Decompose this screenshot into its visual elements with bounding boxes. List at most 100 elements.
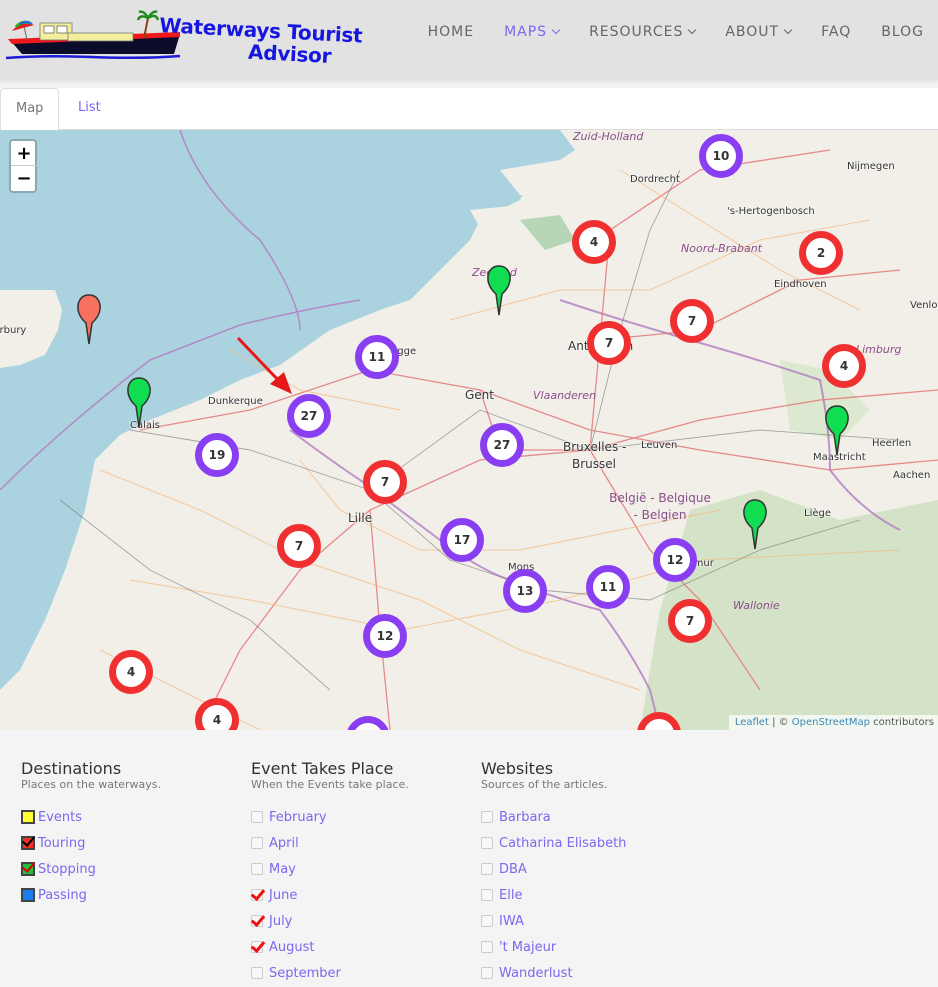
- filter-websites: Websites Sources of the articles. Barbar…: [481, 760, 626, 986]
- nav-resources[interactable]: RESOURCES: [559, 24, 697, 40]
- filter-month-june[interactable]: June: [251, 882, 409, 908]
- filter-website-barbara[interactable]: Barbara: [481, 804, 626, 830]
- map-view[interactable]: Zuid-Holland Dordrecht Nijmegen 's-Herto…: [0, 130, 938, 730]
- filter-title: Websites: [481, 759, 554, 778]
- label-wallonie: Wallonie: [733, 599, 780, 612]
- filter-destination-touring[interactable]: Touring: [21, 830, 161, 856]
- nav-home[interactable]: HOME: [398, 24, 474, 40]
- attribution-contributors: contributors: [870, 717, 934, 728]
- marker-cluster[interactable]: 10: [699, 134, 743, 178]
- filter-month-august[interactable]: August: [251, 934, 409, 960]
- checkbox[interactable]: [481, 889, 493, 901]
- marker-cluster[interactable]: 2: [799, 231, 843, 275]
- map-pin-icon[interactable]: [126, 376, 152, 428]
- marker-cluster[interactable]: 7: [587, 321, 631, 365]
- filter-label: Wanderlust: [499, 965, 573, 981]
- filter-label: Elle: [499, 887, 523, 903]
- filter-website-catharina-elisabeth[interactable]: Catharina Elisabeth: [481, 830, 626, 856]
- checkbox[interactable]: [481, 941, 493, 953]
- checkbox[interactable]: [251, 811, 263, 823]
- filter-website-wanderlust[interactable]: Wanderlust: [481, 960, 626, 986]
- nav-about[interactable]: ABOUT: [695, 24, 793, 40]
- label-hertogenbosch: 's-Hertogenbosch: [727, 206, 815, 217]
- checkbox[interactable]: [481, 915, 493, 927]
- marker-cluster[interactable]: 4: [822, 344, 866, 388]
- marker-cluster[interactable]: 11: [586, 565, 630, 609]
- filter-website-t-majeur[interactable]: 't Majeur: [481, 934, 626, 960]
- checkbox[interactable]: [251, 837, 263, 849]
- filter-destination-stopping[interactable]: Stopping: [21, 856, 161, 882]
- label-dunkerque: Dunkerque: [208, 396, 263, 407]
- marker-cluster[interactable]: 7: [363, 460, 407, 504]
- tab-map[interactable]: Map: [0, 88, 60, 131]
- marker-cluster[interactable]: 12: [363, 614, 407, 658]
- filter-label: Stopping: [38, 861, 96, 877]
- filter-label: Catharina Elisabeth: [499, 835, 627, 851]
- months-list: February April May June July August September: [251, 804, 409, 986]
- checkbox[interactable]: [251, 889, 263, 901]
- checkbox-stopping[interactable]: [21, 862, 35, 876]
- checkbox[interactable]: [251, 915, 263, 927]
- zoom-in-button[interactable]: +: [11, 141, 37, 166]
- filter-month-february[interactable]: February: [251, 804, 409, 830]
- filter-label: Barbara: [499, 809, 551, 825]
- filter-label: Touring: [38, 835, 86, 851]
- marker-cluster[interactable]: 7: [277, 524, 321, 568]
- nav-blog[interactable]: BLOG: [851, 24, 924, 40]
- marker-cluster[interactable]: 4: [109, 650, 153, 694]
- zoom-out-button[interactable]: −: [11, 166, 37, 191]
- checkbox[interactable]: [251, 941, 263, 953]
- marker-cluster[interactable]: 27: [480, 423, 524, 467]
- marker-cluster[interactable]: 7: [668, 599, 712, 643]
- filter-website-iwa[interactable]: IWA: [481, 908, 626, 934]
- nav-faq[interactable]: FAQ: [791, 24, 851, 40]
- marker-cluster[interactable]: 17: [440, 518, 484, 562]
- checkbox[interactable]: [481, 863, 493, 875]
- label-venlo: Venlo: [910, 300, 938, 311]
- map-pin-icon[interactable]: [824, 404, 850, 456]
- label-eindhoven: Eindhoven: [774, 279, 827, 290]
- filter-label: July: [269, 913, 293, 929]
- site-logo[interactable]: Waterways Tourist Advisor: [2, 6, 382, 68]
- label-aachen: Aachen: [893, 470, 931, 481]
- tab-list[interactable]: List: [63, 88, 116, 130]
- filter-destination-passing[interactable]: Passing: [21, 882, 161, 908]
- filter-month-september[interactable]: September: [251, 960, 409, 986]
- map-pin-icon[interactable]: [742, 498, 768, 550]
- filter-subtitle: Sources of the articles.: [481, 778, 608, 791]
- map-pin-icon[interactable]: [486, 264, 512, 316]
- filter-website-dba[interactable]: DBA: [481, 856, 626, 882]
- filter-destination-events[interactable]: Events: [21, 804, 161, 830]
- marker-cluster[interactable]: 12: [653, 538, 697, 582]
- nav-maps[interactable]: MAPS: [474, 24, 561, 40]
- filter-month-july[interactable]: July: [251, 908, 409, 934]
- checkbox[interactable]: [251, 863, 263, 875]
- filter-label: IWA: [499, 913, 524, 929]
- filter-website-elle[interactable]: Elle: [481, 882, 626, 908]
- label-canterbury: Canterbury: [0, 325, 27, 336]
- checkbox-events[interactable]: [21, 810, 35, 824]
- marker-cluster[interactable]: 27: [287, 394, 331, 438]
- filter-label: June: [269, 887, 298, 903]
- checkbox[interactable]: [251, 967, 263, 979]
- marker-cluster[interactable]: 11: [355, 335, 399, 379]
- checkbox[interactable]: [481, 837, 493, 849]
- marker-cluster[interactable]: 7: [670, 299, 714, 343]
- filter-destinations: Destinations Places on the waterways. Ev…: [21, 760, 161, 908]
- checkbox-passing[interactable]: [21, 888, 35, 902]
- checkbox[interactable]: [481, 967, 493, 979]
- marker-cluster[interactable]: 13: [503, 569, 547, 613]
- marker-cluster[interactable]: 4: [572, 220, 616, 264]
- marker-cluster[interactable]: 19: [195, 433, 239, 477]
- filter-month-april[interactable]: April: [251, 830, 409, 856]
- filter-month-may[interactable]: May: [251, 856, 409, 882]
- leaflet-link[interactable]: Leaflet: [735, 717, 769, 728]
- checkbox[interactable]: [481, 811, 493, 823]
- nav-maps-label: MAPS: [504, 24, 548, 40]
- osm-link[interactable]: OpenStreetMap: [792, 717, 870, 728]
- nav-faq-label: FAQ: [821, 24, 852, 40]
- map-pin-icon[interactable]: [76, 293, 102, 345]
- nav-resources-label: RESOURCES: [589, 24, 684, 40]
- filter-title: Event Takes Place: [251, 759, 394, 778]
- checkbox-touring[interactable]: [21, 836, 35, 850]
